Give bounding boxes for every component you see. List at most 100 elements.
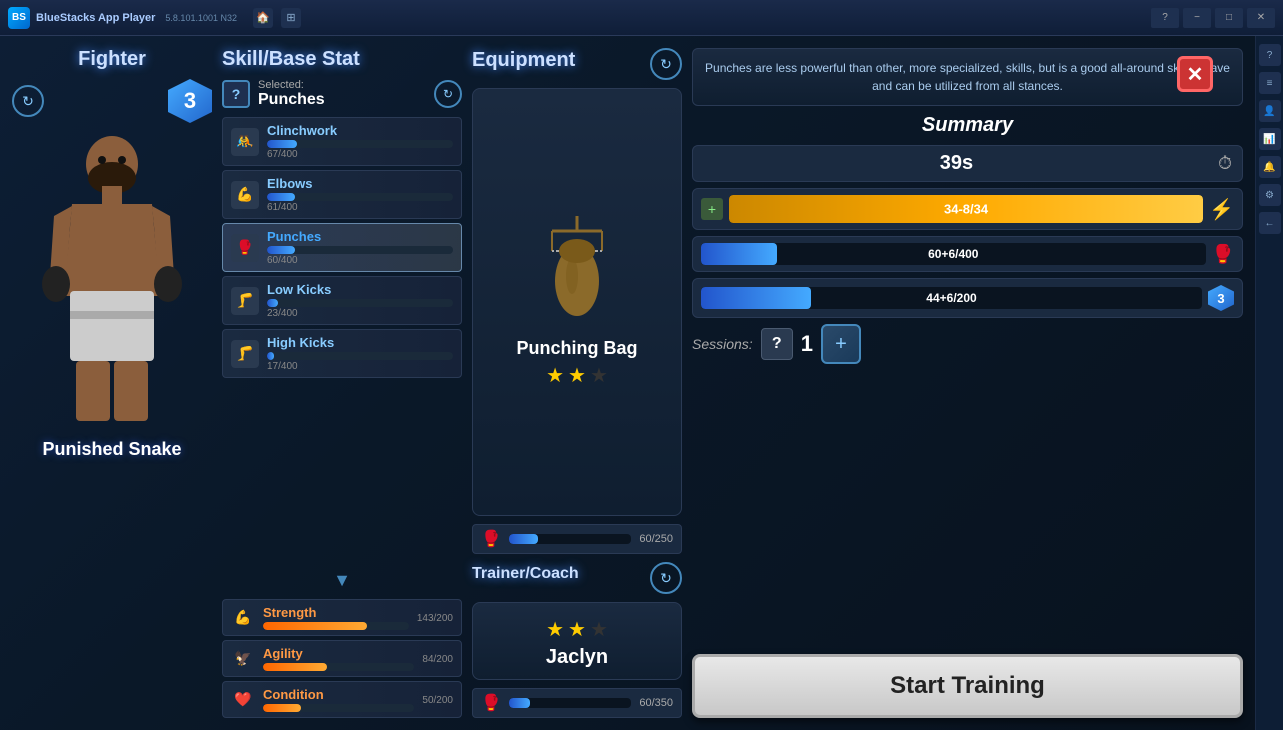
fighter-name: Punished Snake	[42, 439, 181, 460]
cond-stat-row: 44+6/200 3	[692, 278, 1243, 318]
equipment-panel: Equipment ↻	[472, 48, 682, 718]
trainer-name: Jaclyn	[546, 646, 608, 669]
title-bar-nav-icons: 🏠 ⊞	[253, 8, 301, 28]
clinchwork-info: Clinchwork 67/400	[267, 123, 453, 160]
cond-bar-bg: 44+6/200	[701, 287, 1202, 309]
trainer-bar-row: 🥊 60/350	[472, 688, 682, 718]
energy-plus-button[interactable]: +	[701, 198, 723, 220]
trainer-card[interactable]: ★ ★ ★ Jaclyn	[472, 602, 682, 680]
trainer-glove-icon: 🥊	[481, 693, 501, 713]
punches-bar-fill	[267, 246, 295, 254]
skill-panel-title: Skill/Base Stat	[222, 48, 462, 71]
close-button[interactable]: ✕	[1177, 56, 1213, 92]
maximize-button[interactable]: □	[1215, 8, 1243, 28]
minimize-button[interactable]: −	[1183, 8, 1211, 28]
agility-info: Agility	[263, 646, 414, 671]
clinchwork-bar-fill	[267, 140, 297, 148]
punches-value: 60/400	[267, 255, 453, 266]
sidebar-bell-btn[interactable]: 🔔	[1259, 156, 1281, 178]
equipment-name: Punching Bag	[517, 338, 638, 359]
skill-item-elbows[interactable]: 💪 Elbows 61/400	[222, 170, 462, 219]
skill-item-low-kicks[interactable]: 🦵 Low Kicks 23/400	[222, 276, 462, 325]
sidebar-chart-btn[interactable]: 📊	[1259, 128, 1281, 150]
star-3: ★	[590, 363, 608, 388]
high-kicks-info: High Kicks 17/400	[267, 335, 453, 372]
trainer-bar-fill	[509, 698, 530, 708]
equipment-bar-value: 60/250	[639, 533, 673, 545]
trainer-refresh-button[interactable]: ↻	[650, 562, 682, 594]
energy-row: + 34-8/34 ⚡	[692, 188, 1243, 230]
agility-bar-bg	[263, 663, 414, 671]
skill-item-clinchwork[interactable]: 🤼 Clinchwork 67/400	[222, 117, 462, 166]
elbows-info: Elbows 61/400	[267, 176, 453, 213]
home-icon[interactable]: 🏠	[253, 8, 273, 28]
agility-icon: 🦅	[231, 647, 255, 671]
app-logo: BS BlueStacks App Player 5.8.101.1001 N3…	[8, 7, 237, 29]
clinchwork-icon: 🤼	[231, 128, 259, 156]
elbows-name: Elbows	[267, 176, 453, 191]
trainer-star-3: ★	[590, 617, 608, 642]
skill-header: ? Selected: Punches ↻	[222, 79, 462, 109]
trainer-header: Trainer/Coach ↻	[472, 562, 682, 594]
elbows-value: 61/400	[267, 202, 453, 213]
skill-refresh-button[interactable]: ↻	[434, 80, 462, 108]
fighter-level-badge: 3	[168, 79, 212, 123]
low-kicks-bar-fill	[267, 299, 278, 307]
start-training-button[interactable]: Start Training	[692, 654, 1243, 718]
punch-bar-fill	[701, 243, 777, 265]
main-content: Fighter ↻ 3	[0, 36, 1255, 730]
punches-bar-bg	[267, 246, 453, 254]
equipment-item[interactable]: Punching Bag ★ ★ ★	[472, 88, 682, 516]
sidebar-gear-btn[interactable]: ⚙	[1259, 184, 1281, 206]
high-kicks-value: 17/400	[267, 361, 453, 372]
sidebar-list-btn[interactable]: ≡	[1259, 72, 1281, 94]
punches-icon: 🥊	[231, 234, 259, 262]
high-kicks-icon: 🦵	[231, 340, 259, 368]
fighter-refresh-button[interactable]: ↻	[12, 85, 44, 117]
title-bar: BS BlueStacks App Player 5.8.101.1001 N3…	[0, 0, 1283, 36]
elbows-bar-bg	[267, 193, 453, 201]
agility-name: Agility	[263, 646, 414, 661]
right-sidebar: ? ≡ 👤 📊 🔔 ⚙ ←	[1255, 36, 1283, 730]
sidebar-user-btn[interactable]: 👤	[1259, 100, 1281, 122]
sessions-add-button[interactable]: +	[821, 324, 861, 364]
close-button[interactable]: ✕	[1247, 8, 1275, 28]
condition-info: Condition	[263, 687, 414, 712]
agility-bar-fill	[263, 663, 327, 671]
punch-text: 60+6/400	[928, 247, 978, 261]
cond-bar-fill	[701, 287, 811, 309]
app-version: 5.8.101.1001 N32	[165, 13, 237, 23]
strength-value: 143/200	[417, 613, 453, 624]
selected-label: Selected:	[258, 79, 325, 91]
sidebar-back-btn[interactable]: ←	[1259, 212, 1281, 234]
fighter-header: ↻ 3	[12, 79, 212, 123]
sessions-count: 1	[801, 331, 813, 357]
info-box: Punches are less powerful than other, mo…	[692, 48, 1243, 106]
sessions-unknown-btn[interactable]: ?	[761, 328, 793, 360]
sidebar-help-btn[interactable]: ?	[1259, 44, 1281, 66]
skill-help-button[interactable]: ?	[222, 80, 250, 108]
equipment-refresh-button[interactable]: ↻	[650, 48, 682, 80]
condition-value: 50/200	[422, 695, 453, 706]
skill-item-punches[interactable]: 🥊 Punches 60/400	[222, 223, 462, 272]
window-controls: ? − □ ✕	[1151, 8, 1275, 28]
cond-level-badge: 3	[1208, 285, 1234, 311]
equipment-stars: ★ ★ ★	[546, 363, 608, 388]
trainer-section: Trainer/Coach ↻ ★ ★ ★ Jaclyn 🥊 60/350	[472, 562, 682, 718]
equipment-bar-bg	[509, 534, 631, 544]
skill-item-high-kicks[interactable]: 🦵 High Kicks 17/400	[222, 329, 462, 378]
fighter-panel: Fighter ↻ 3	[12, 48, 212, 718]
equipment-glove-icon: 🥊	[481, 529, 501, 549]
elbows-bar-fill	[267, 193, 295, 201]
lightning-icon: ⚡	[1209, 197, 1234, 222]
skill-panel: Skill/Base Stat ? Selected: Punches ↻ 🤼 …	[222, 48, 462, 718]
condition-bar-fill	[263, 704, 301, 712]
stat-item-strength: 💪 Strength 143/200	[222, 599, 462, 636]
low-kicks-bar-bg	[267, 299, 453, 307]
base-stats: 💪 Strength 143/200 🦅 Agility 84/20	[222, 599, 462, 718]
trainer-bar-value: 60/350	[639, 697, 673, 709]
strength-name: Strength	[263, 605, 409, 620]
multi-icon[interactable]: ⊞	[281, 8, 301, 28]
help-button[interactable]: ?	[1151, 8, 1179, 28]
trainer-bar-bg	[509, 698, 631, 708]
